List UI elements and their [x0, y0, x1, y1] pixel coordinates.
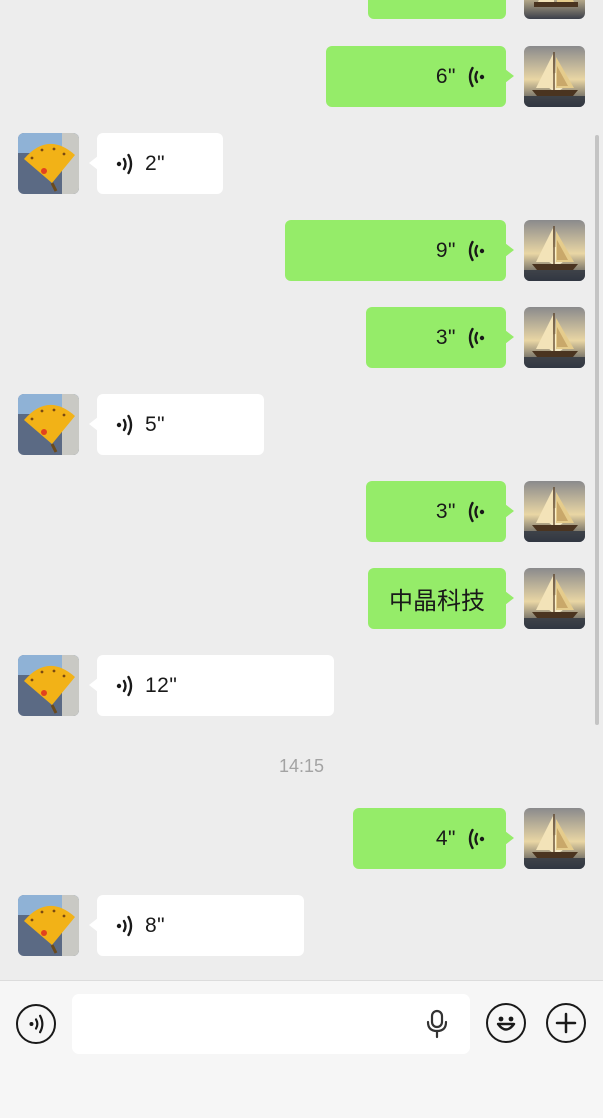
contact-avatar-fan[interactable] — [18, 895, 79, 956]
my-avatar-sailboat[interactable] — [524, 481, 585, 542]
voice-wave-icon — [468, 828, 485, 849]
voice-wave-icon — [468, 66, 485, 87]
voice-mode-button[interactable] — [16, 1004, 56, 1044]
voice-message-bubble-partial[interactable] — [368, 0, 506, 19]
plus-icon — [555, 1012, 577, 1034]
more-options-button[interactable] — [546, 1003, 586, 1043]
voice-wave-icon — [116, 414, 133, 435]
voice-duration: 3" — [435, 325, 456, 349]
my-avatar-sailboat[interactable] — [524, 568, 585, 629]
my-avatar-sailboat[interactable] — [524, 0, 585, 19]
voice-message-bubble[interactable]: 4" — [353, 808, 514, 869]
voice-duration: 2" — [145, 151, 166, 175]
my-avatar-sailboat[interactable] — [524, 46, 585, 107]
message-text: 中晶科技 — [389, 588, 485, 615]
text-message-bubble[interactable]: 中晶科技 — [368, 568, 514, 629]
voice-message-bubble[interactable]: 5" — [89, 394, 264, 455]
voice-mode-icon — [29, 1014, 44, 1034]
voice-message-bubble[interactable]: 9" — [285, 220, 514, 281]
chat-area[interactable]: 6" 2" 9" 3" 5" 3" 中晶科技 12" 14:15 4" 8" — [0, 0, 603, 980]
contact-avatar-fan[interactable] — [18, 655, 79, 716]
my-avatar-sailboat[interactable] — [524, 220, 585, 281]
microphone-icon[interactable] — [424, 1009, 450, 1039]
voice-message-bubble[interactable]: 12" — [89, 655, 334, 716]
voice-message-bubble[interactable]: 6" — [326, 46, 514, 107]
voice-message-bubble[interactable]: 3" — [366, 481, 514, 542]
voice-wave-icon — [468, 327, 485, 348]
message-timestamp: 14:15 — [278, 756, 325, 776]
voice-wave-icon — [116, 675, 133, 696]
voice-duration: 5" — [145, 412, 166, 436]
contact-avatar-fan[interactable] — [18, 133, 79, 194]
voice-message-bubble[interactable]: 8" — [89, 895, 304, 956]
message-input[interactable] — [72, 994, 470, 1054]
voice-duration: 9" — [435, 238, 456, 262]
input-bar — [0, 980, 603, 1118]
contact-avatar-fan[interactable] — [18, 394, 79, 455]
scrollbar[interactable] — [595, 135, 599, 725]
voice-wave-icon — [468, 501, 485, 522]
emoji-button[interactable] — [486, 1003, 526, 1043]
emoji-icon — [496, 1016, 516, 1031]
voice-message-bubble[interactable]: 3" — [366, 307, 514, 368]
voice-duration: 4" — [435, 826, 456, 850]
voice-message-bubble[interactable]: 2" — [89, 133, 223, 194]
voice-wave-icon — [116, 915, 133, 936]
voice-duration: 3" — [435, 499, 456, 523]
voice-wave-icon — [468, 240, 485, 261]
voice-duration: 8" — [145, 913, 166, 937]
voice-wave-icon — [116, 153, 133, 174]
my-avatar-sailboat[interactable] — [524, 307, 585, 368]
my-avatar-sailboat[interactable] — [524, 808, 585, 869]
voice-duration: 12" — [145, 673, 178, 697]
voice-duration: 6" — [435, 64, 456, 88]
